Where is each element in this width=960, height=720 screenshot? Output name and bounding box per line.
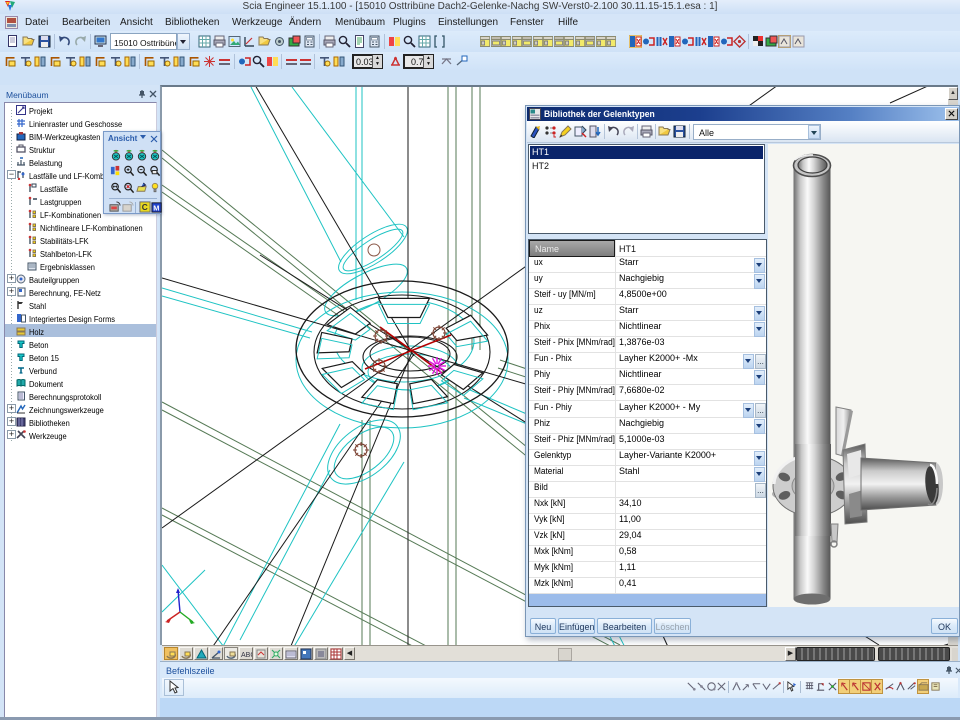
svg-text:C: C (142, 202, 148, 212)
svg-text:ABC: ABC (241, 652, 252, 659)
svg-text:M: M (153, 204, 159, 213)
